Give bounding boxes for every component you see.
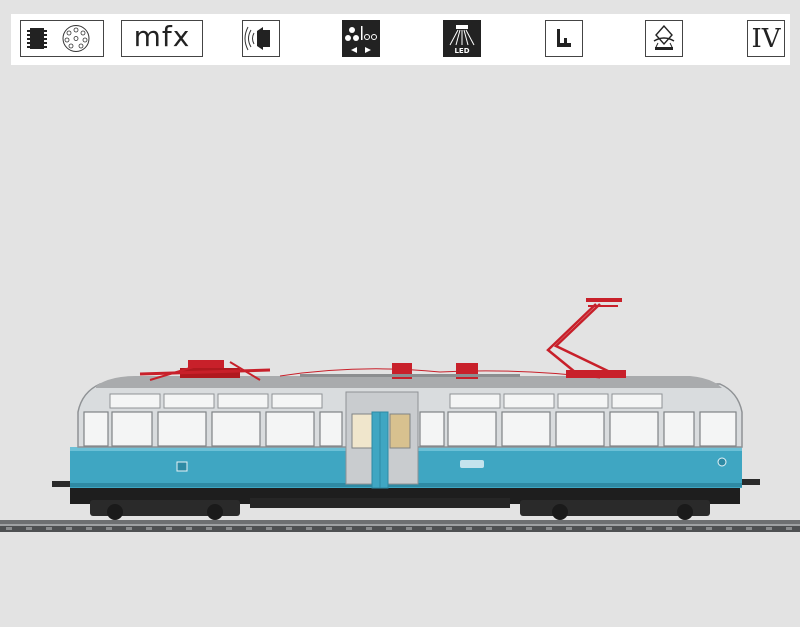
product-stage: mfx LED IV	[0, 0, 800, 627]
pantograph-raised	[546, 298, 626, 378]
railcar-image	[0, 298, 800, 532]
door-section	[345, 391, 419, 489]
track-rail	[0, 520, 800, 532]
